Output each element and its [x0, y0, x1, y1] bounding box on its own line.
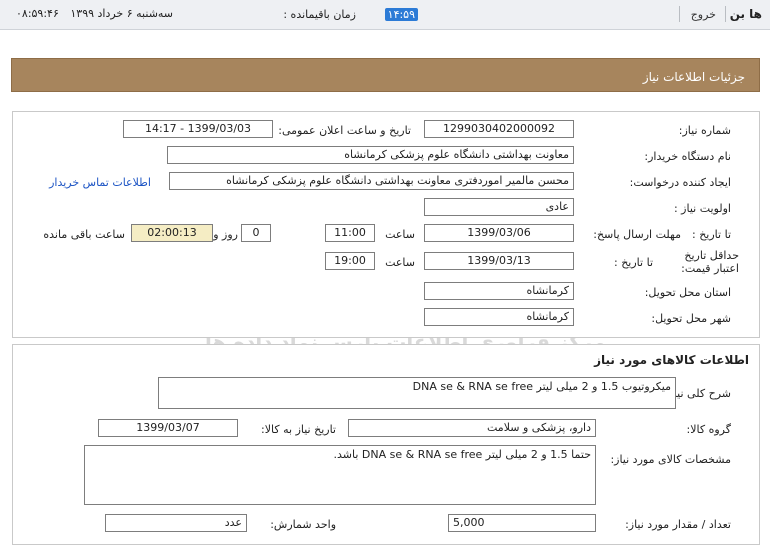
- exit-link[interactable]: خروج: [691, 8, 716, 21]
- need-date-label: تاریخ نیاز به کالا:: [261, 423, 336, 436]
- page-header: جزئیات اطلاعات نیاز: [11, 58, 760, 92]
- unit-field: عدد: [105, 514, 247, 532]
- goods-section-title: اطلاعات کالاهای مورد نیاز: [594, 353, 749, 367]
- creator-field: محسن مالمیر اموردفتری معاونت بهداشتی دان…: [169, 172, 574, 190]
- province-label: استان محل تحویل:: [644, 286, 731, 299]
- city-field: کرمانشاه: [424, 308, 574, 326]
- app-brand: ها بن: [729, 7, 762, 21]
- need-number-label: شماره نیاز:: [678, 124, 731, 137]
- remaining-time-value: ۱۴:۵۹: [384, 8, 418, 21]
- priority-label: اولویت نیاز :: [673, 202, 731, 215]
- need-date-field: 1399/03/07: [98, 419, 238, 437]
- days-label: روز و: [213, 228, 238, 241]
- current-time: ۰۸:۵۹:۴۶: [16, 7, 59, 20]
- creator-label: ایجاد کننده درخواست:: [629, 176, 731, 189]
- spec-field: حتما 1.5 و 2 میلی لیتر DNA se & RNA se f…: [84, 445, 596, 505]
- spec-label: مشخصات کالای مورد نیاز:: [610, 453, 731, 466]
- page-title: جزئیات اطلاعات نیاز: [642, 70, 745, 84]
- province-field: کرمانشاه: [424, 282, 574, 300]
- unit-label: واحد شمارش:: [270, 518, 336, 531]
- validity-time-field: 19:00: [325, 252, 375, 270]
- remaining-time-label: ساعت باقی مانده: [43, 228, 125, 241]
- reply-date-field: 1399/03/06: [424, 224, 574, 242]
- summary-field: میکروتیوب 1.5 و 2 میلی لیتر DNA se & RNA…: [158, 377, 676, 409]
- need-number-field: 1299030402000092: [424, 120, 574, 138]
- divider: [679, 6, 680, 22]
- city-label: شهر محل تحویل:: [651, 312, 731, 325]
- reply-time-field: 11:00: [325, 224, 375, 242]
- reply-to-date-label: تا تاریخ :: [692, 228, 731, 241]
- current-day-date: سه‌شنبه ۶ خرداد ۱۳۹۹: [70, 7, 174, 20]
- goods-group-field: دارو، پزشکی و سلامت: [348, 419, 596, 437]
- quantity-label: تعداد / مقدار مورد نیاز:: [625, 518, 731, 531]
- remaining-time-field: 02:00:13: [131, 224, 213, 242]
- buyer-contact-link[interactable]: اطلاعات تماس خریدار: [49, 176, 151, 189]
- days-field: 0: [241, 224, 271, 242]
- announce-datetime-field: 1399/03/03 - 14:17: [123, 120, 273, 138]
- priority-field: عادی: [424, 198, 574, 216]
- goods-group-label: گروه کالا:: [686, 423, 731, 436]
- validity-to-date-label: تا تاریخ :: [614, 256, 653, 269]
- buyer-label: نام دستگاه خریدار:: [644, 150, 731, 163]
- remaining-time-label: زمان باقیمانده :: [283, 8, 356, 21]
- quantity-field: 5,000: [448, 514, 596, 532]
- reply-deadline-label: مهلت ارسال پاسخ:: [593, 228, 681, 241]
- buyer-field: معاونت بهداشتی دانشگاه علوم پزشکی کرمانش…: [167, 146, 574, 164]
- top-bar: ها بن خروج زمان باقیمانده : ۱۴:۵۹ سه‌شنب…: [0, 0, 770, 30]
- divider: [725, 6, 726, 22]
- reply-hour-label: ساعت: [385, 228, 415, 241]
- current-datetime: سه‌شنبه ۶ خرداد ۱۳۹۹ ۰۸:۵۹:۴۶: [8, 7, 173, 20]
- validity-hour-label: ساعت: [385, 256, 415, 269]
- validity-date-field: 1399/03/13: [424, 252, 574, 270]
- price-validity-label: حداقل تاریخ اعتبار قیمت:: [681, 249, 739, 275]
- announce-label: تاریخ و ساعت اعلان عمومی:: [278, 124, 411, 137]
- need-details-panel: شماره نیاز: 1299030402000092 تاریخ و ساع…: [12, 111, 760, 338]
- goods-info-panel: اطلاعات کالاهای مورد نیاز شرح کلی نیاز: …: [12, 344, 760, 545]
